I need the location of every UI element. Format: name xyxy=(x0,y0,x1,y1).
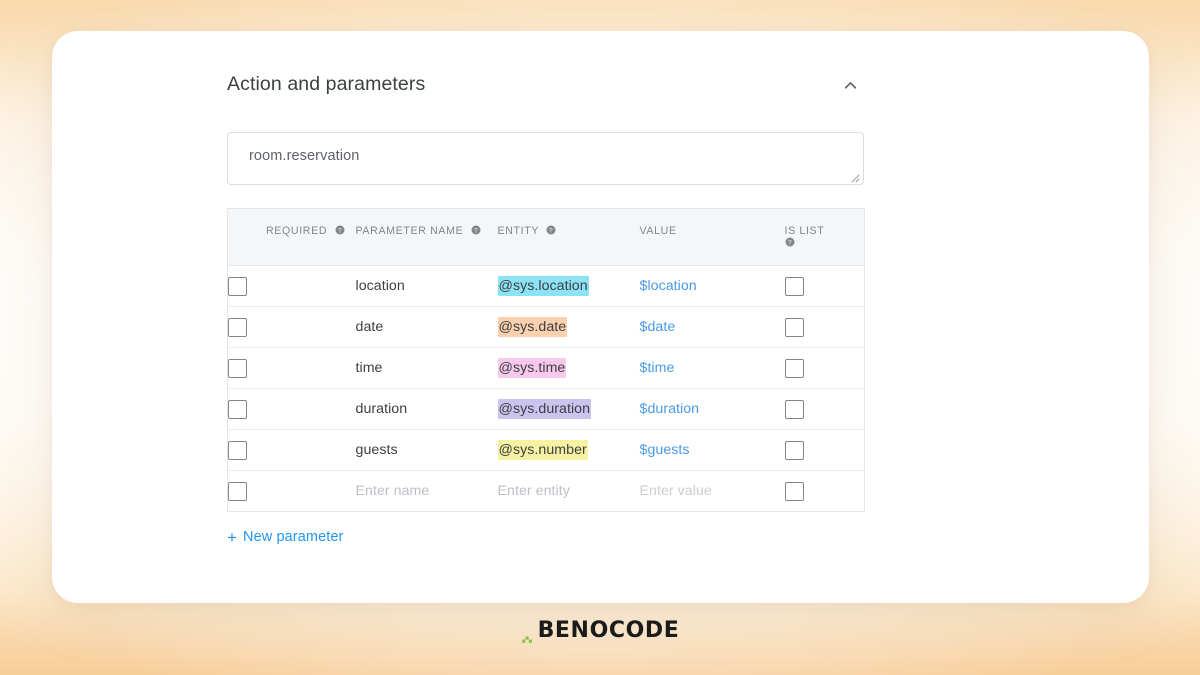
cell-required xyxy=(227,429,356,471)
cell-parameter-name[interactable]: guests xyxy=(355,429,498,471)
page-title: Action and parameters xyxy=(227,73,426,96)
cell-entity[interactable]: @sys.number xyxy=(497,429,640,471)
collapse-panel-button[interactable] xyxy=(835,70,865,100)
plus-icon: + xyxy=(227,527,238,547)
new-parameter-label: New parameter xyxy=(243,528,344,545)
chevron-up-icon xyxy=(840,75,861,96)
parameter-name-text: duration xyxy=(355,401,408,417)
benocode-logo-mark-icon xyxy=(521,626,535,644)
cell-parameter-name-new[interactable]: Enter name xyxy=(356,471,498,512)
required-checkbox[interactable] xyxy=(228,317,247,337)
cell-value[interactable]: $date xyxy=(639,306,785,348)
cell-is-list xyxy=(784,388,865,430)
action-and-parameters-panel: Action and parameters room.reservation R… xyxy=(227,62,867,547)
cell-value-new[interactable]: Enter value xyxy=(640,471,785,512)
parameters-table: REQUIRED ? PARAMETER NAME ? ENTITY ? VAL… xyxy=(227,208,865,512)
cell-is-list xyxy=(784,306,865,348)
table-row: location @sys.location $location xyxy=(227,265,865,307)
cell-value[interactable]: $duration xyxy=(639,388,785,430)
cell-required-new xyxy=(228,471,356,512)
column-header-entity: ENTITY ? xyxy=(497,208,640,266)
is-list-checkbox[interactable] xyxy=(784,317,804,337)
new-entity-input[interactable]: Enter entity xyxy=(498,483,570,499)
column-header-is-list: IS LIST ? xyxy=(784,208,865,266)
value-text: $duration xyxy=(639,401,700,417)
new-name-input[interactable]: Enter name xyxy=(356,483,430,499)
parameters-table-header: REQUIRED ? PARAMETER NAME ? ENTITY ? VAL… xyxy=(227,208,865,266)
entity-chip: @sys.date xyxy=(497,317,568,337)
footer-logo: BENOCODE xyxy=(0,618,1200,644)
cell-is-list-new xyxy=(784,471,865,512)
action-input[interactable]: room.reservation xyxy=(227,132,864,185)
cell-entity-new[interactable]: Enter entity xyxy=(498,471,640,512)
svg-text:?: ? xyxy=(787,239,791,246)
required-checkbox[interactable] xyxy=(228,358,247,378)
help-icon-entity[interactable]: ? xyxy=(546,225,556,238)
is-list-checkbox[interactable] xyxy=(784,481,804,501)
cell-value[interactable]: $location xyxy=(639,265,785,307)
parameter-name-text: location xyxy=(355,278,405,294)
table-row-new: Enter name Enter entity Enter value xyxy=(228,471,865,512)
new-parameter-button[interactable]: + New parameter xyxy=(227,527,344,547)
table-row: duration @sys.duration $duration xyxy=(227,388,865,430)
resize-grip-icon xyxy=(848,170,860,183)
value-text: $location xyxy=(639,278,697,294)
panel-header: Action and parameters xyxy=(227,62,867,108)
cell-parameter-name[interactable]: date xyxy=(355,306,498,348)
cell-parameter-name[interactable]: location xyxy=(355,265,498,307)
entity-chip: @sys.time xyxy=(497,358,567,378)
svg-text:?: ? xyxy=(549,227,553,234)
required-checkbox[interactable] xyxy=(228,399,247,419)
cell-is-list xyxy=(784,429,865,471)
parameter-name-text: time xyxy=(355,360,383,376)
column-header-parameter-name: PARAMETER NAME ? xyxy=(355,208,498,266)
cell-required xyxy=(227,347,356,389)
cell-required xyxy=(227,265,356,307)
table-row: date @sys.date $date xyxy=(227,306,865,348)
svg-text:?: ? xyxy=(338,227,342,234)
cell-required xyxy=(227,306,356,348)
new-value-input[interactable]: Enter value xyxy=(640,483,712,499)
required-checkbox[interactable] xyxy=(228,440,247,460)
cell-parameter-name[interactable]: time xyxy=(355,347,498,389)
cell-value[interactable]: $guests xyxy=(639,429,785,471)
parameter-name-text: date xyxy=(355,319,384,335)
table-row: time @sys.time $time xyxy=(227,347,865,389)
column-header-required: REQUIRED ? xyxy=(227,208,356,266)
cell-required xyxy=(227,388,356,430)
parameter-name-text: guests xyxy=(355,442,398,458)
help-icon-parameter-name[interactable]: ? xyxy=(471,225,481,238)
is-list-checkbox[interactable] xyxy=(784,399,804,419)
cell-is-list xyxy=(784,265,865,307)
cell-is-list xyxy=(784,347,865,389)
cell-entity[interactable]: @sys.time xyxy=(497,347,640,389)
cell-parameter-name[interactable]: duration xyxy=(355,388,498,430)
cell-entity[interactable]: @sys.duration xyxy=(497,388,640,430)
cell-value[interactable]: $time xyxy=(639,347,785,389)
column-header-value: VALUE xyxy=(639,208,785,266)
is-list-checkbox[interactable] xyxy=(784,276,804,296)
benocode-logo-text: BENOCODE xyxy=(537,618,680,643)
action-value: room.reservation xyxy=(249,148,360,164)
help-icon-required[interactable]: ? xyxy=(335,225,345,238)
help-icon-is-list[interactable]: ? xyxy=(785,237,795,250)
cell-entity[interactable]: @sys.date xyxy=(497,306,640,348)
value-text: $time xyxy=(639,360,675,376)
cell-entity[interactable]: @sys.location xyxy=(497,265,640,307)
entity-chip: @sys.number xyxy=(497,440,588,460)
entity-chip: @sys.location xyxy=(497,276,589,296)
is-list-checkbox[interactable] xyxy=(784,358,804,378)
table-row: guests @sys.number $guests xyxy=(227,429,865,471)
parameters-table-body: location @sys.location $location date @s… xyxy=(227,265,865,512)
required-checkbox[interactable] xyxy=(228,481,247,501)
entity-chip: @sys.duration xyxy=(497,399,592,419)
value-text: $guests xyxy=(639,442,690,458)
svg-text:?: ? xyxy=(474,227,478,234)
value-text: $date xyxy=(639,319,676,335)
is-list-checkbox[interactable] xyxy=(784,440,804,460)
required-checkbox[interactable] xyxy=(228,276,247,296)
table-header-row: REQUIRED ? PARAMETER NAME ? ENTITY ? VAL… xyxy=(227,208,865,266)
